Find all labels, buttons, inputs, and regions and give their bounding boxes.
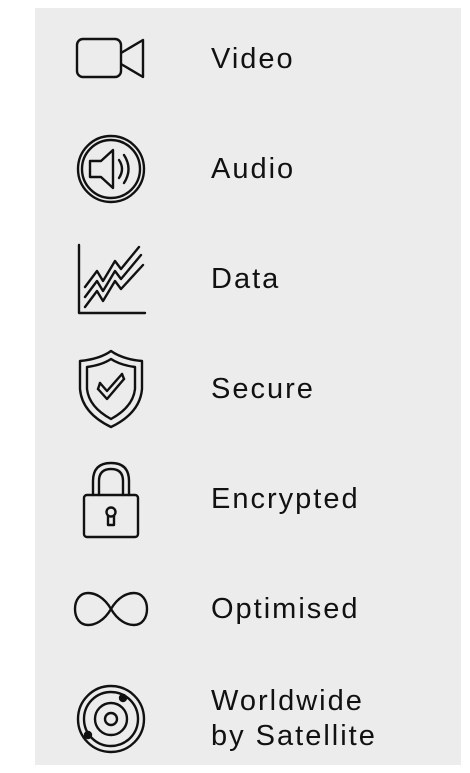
satellite-orbit-icon [75,674,147,764]
infinity-icon [73,564,149,654]
feature-label-worldwide-line1: Worldwide [211,685,364,717]
speaker-icon [75,124,147,214]
feature-label-secure: Secure [211,372,315,405]
feature-label-audio: Audio [211,152,296,185]
feature-label-optimised: Optimised [211,592,360,625]
feature-encrypted: Encrypted [35,454,461,544]
feature-video: Video [35,14,461,104]
feature-worldwide: Worldwide by Satellite [35,674,461,764]
feature-data: Data [35,234,461,324]
feature-label-encrypted: Encrypted [211,482,360,515]
video-camera-icon [75,14,147,104]
feature-label-video: Video [211,42,295,75]
feature-label-data: Data [211,262,281,295]
feature-optimised: Optimised [35,564,461,654]
padlock-icon [75,454,147,544]
shield-check-icon [75,344,147,434]
feature-label-worldwide-line2: by Satellite [211,720,377,752]
features-panel: Video Audio Data Secure Encrypted Optimi… [35,8,461,765]
feature-audio: Audio [35,124,461,214]
feature-label-worldwide: Worldwide by Satellite [211,674,377,764]
feature-secure: Secure [35,344,461,434]
data-chart-icon [75,234,147,324]
